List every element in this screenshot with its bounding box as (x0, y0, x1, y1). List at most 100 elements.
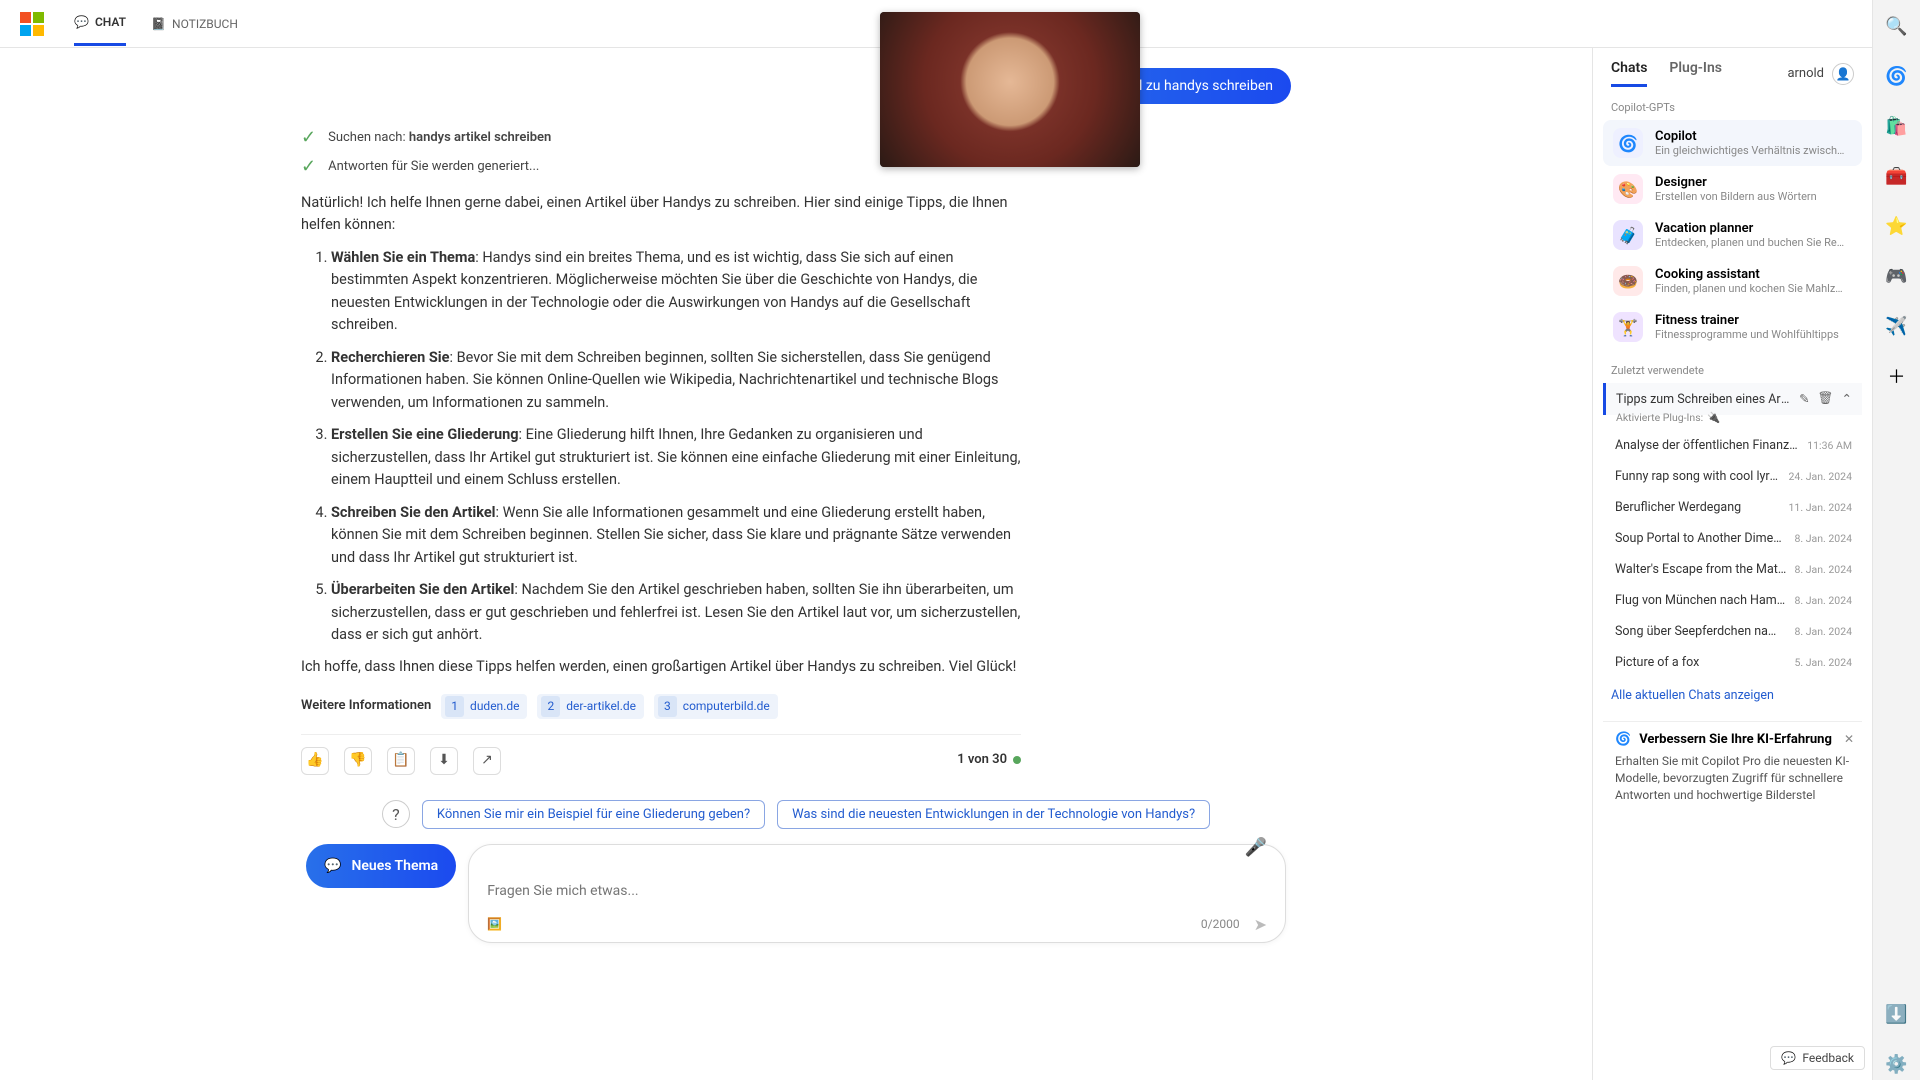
recent-date: 5. Jan. 2024 (1794, 656, 1852, 669)
shopping-icon[interactable]: 🛍️ (1881, 110, 1913, 142)
chevron-up-icon[interactable]: ⌃ (1842, 391, 1852, 407)
recent-date: 24. Jan. 2024 (1789, 470, 1852, 483)
add-icon[interactable]: ＋ (1881, 360, 1913, 392)
gpt-name: Vacation planner (1655, 221, 1852, 236)
gpt-desc: Ein gleichwichtiges Verhältnis zwischen … (1655, 144, 1845, 157)
recent-title: Walter's Escape from the Matrix (1615, 562, 1786, 577)
games-icon[interactable]: 🎮 (1881, 260, 1913, 292)
tab-notebook-label: NOTIZBUCH (172, 17, 238, 31)
recent-title: Soup Portal to Another Dimension (1615, 531, 1786, 546)
status-dot-icon (1013, 756, 1021, 764)
user-menu[interactable]: arnold 👤 (1787, 60, 1854, 87)
promo-card: ✕ 🌀 Verbessern Sie Ihre KI-Erfahrung Erh… (1603, 721, 1862, 813)
source-chip[interactable]: 1duden.de (441, 694, 527, 719)
gpt-icon: 🎨 (1613, 174, 1643, 204)
notebook-icon: 📓 (151, 17, 166, 31)
download-button[interactable]: ⬇ (430, 747, 458, 775)
image-upload-icon[interactable]: 🖼️ (487, 917, 502, 931)
gpt-item[interactable]: 🧳 Vacation planner Entdecken, planen und… (1603, 212, 1862, 258)
recent-title: Funny rap song with cool lyrics (1615, 469, 1781, 484)
tab-chat[interactable]: 💬 CHAT (74, 1, 126, 46)
gpt-name: Designer (1655, 175, 1852, 190)
new-topic-button[interactable]: 💬 Neues Thema (306, 844, 456, 888)
promo-close-icon[interactable]: ✕ (1844, 732, 1854, 746)
show-all-chats[interactable]: Alle aktuellen Chats anzeigen (1593, 678, 1872, 713)
source-num: 2 (541, 696, 560, 717)
gpt-name: Copilot (1655, 129, 1852, 144)
gpt-item[interactable]: 🌀 Copilot Ein gleichwichtiges Verhältnis… (1603, 120, 1862, 166)
status-searching: ✓ Suchen nach: handys artikel schreiben (301, 127, 1291, 148)
send-icon[interactable]: ✈️ (1881, 310, 1913, 342)
recent-date: 8. Jan. 2024 (1794, 563, 1852, 576)
source-domain: duden.de (470, 697, 519, 716)
copy-button[interactable]: 📋 (387, 747, 415, 775)
share-button[interactable]: ↗ (473, 747, 501, 775)
username-label: arnold (1787, 66, 1824, 81)
status-searching-prefix: Suchen nach: (328, 130, 409, 145)
gpt-desc: Finden, planen und kochen Sie Mahlzeiten (1655, 282, 1845, 295)
section-title-gpts: Copilot-GPTs (1593, 87, 1872, 120)
assistant-response: Natürlich! Ich helfe Ihnen gerne dabei, … (301, 192, 1021, 775)
recent-item[interactable]: Flug von München nach Hamburg8. Jan. 202… (1603, 585, 1862, 616)
gpt-icon: 🏋️ (1613, 312, 1643, 342)
check-icon: ✓ (301, 127, 316, 148)
edit-icon[interactable]: ✎ (1799, 391, 1809, 407)
tip-title: Wählen Sie ein Thema (331, 249, 475, 266)
chat-input[interactable] (487, 883, 1267, 899)
download-rail-icon[interactable]: ⬇️ (1881, 998, 1913, 1030)
source-domain: der-artikel.de (566, 697, 636, 716)
char-counter: 0/2000 (1201, 917, 1240, 931)
settings-rail-icon[interactable]: ⚙️ (1881, 1048, 1913, 1080)
avatar-icon: 👤 (1832, 63, 1854, 85)
recent-item[interactable]: Picture of a fox5. Jan. 2024 (1603, 647, 1862, 678)
gpt-icon: 🍩 (1613, 266, 1643, 296)
recent-title: Beruflicher Werdegang (1615, 500, 1781, 515)
delete-icon[interactable]: 🗑 (1818, 391, 1834, 407)
copilot-rail-icon[interactable]: 🌀 (1881, 60, 1913, 92)
suggestion-help-icon[interactable]: ? (382, 800, 410, 828)
tip-title: Erstellen Sie eine Gliederung (331, 426, 519, 443)
suggestion-chip[interactable]: Können Sie mir ein Beispiel für eine Gli… (422, 800, 765, 829)
sidebar-tab-chats[interactable]: Chats (1611, 60, 1647, 87)
send-button[interactable]: ➤ (1254, 915, 1267, 934)
recent-date: 8. Jan. 2024 (1794, 532, 1852, 545)
gpt-item[interactable]: 🏋️ Fitness trainer Fitnessprogramme und … (1603, 304, 1862, 350)
response-intro: Natürlich! Ich helfe Ihnen gerne dabei, … (301, 192, 1021, 237)
recent-item[interactable]: Song über Seepferdchen namens Bubl8. Jan… (1603, 616, 1862, 647)
gpt-desc: Erstellen von Bildern aus Wörtern (1655, 190, 1845, 203)
sidebar-tab-plugins[interactable]: Plug-Ins (1669, 60, 1722, 87)
section-title-recent: Zuletzt verwendete (1593, 350, 1872, 383)
promo-text: Erhalten Sie mit Copilot Pro die neueste… (1615, 753, 1850, 803)
webcam-overlay (880, 12, 1140, 167)
recent-title: Analyse der öffentlichen Finanzierung de (1615, 438, 1799, 453)
tab-chat-label: CHAT (95, 15, 126, 29)
source-chip[interactable]: 2 der-artikel.de (537, 694, 644, 719)
source-chip[interactable]: 3computerbild.de (654, 694, 778, 719)
search-icon[interactable]: 🔍 (1881, 10, 1913, 42)
mic-icon[interactable]: 🎤 (1245, 837, 1267, 858)
feedback-icon: 💬 (1781, 1051, 1796, 1065)
recent-item[interactable]: Analyse der öffentlichen Finanzierung de… (1603, 430, 1862, 461)
source-num: 3 (658, 696, 677, 717)
gpt-name: Cooking assistant (1655, 267, 1852, 282)
recent-item[interactable]: Beruflicher Werdegang11. Jan. 2024 (1603, 492, 1862, 523)
recent-item[interactable]: Soup Portal to Another Dimension 8. Jan. … (1603, 523, 1862, 554)
recent-item[interactable]: Funny rap song with cool lyrics 24. Jan. … (1603, 461, 1862, 492)
recent-date: 8. Jan. 2024 (1794, 594, 1852, 607)
tools-icon[interactable]: 🧰 (1881, 160, 1913, 192)
like-button[interactable]: 👍 (301, 747, 329, 775)
right-rail: 🔍 🌀 🛍️ 🧰 ⭐ 🎮 ✈️ ＋ ⬇️ ⚙️ (1872, 0, 1920, 1080)
new-topic-icon: 💬 (324, 858, 341, 874)
recent-title: Song über Seepferdchen namens Bubl (1615, 624, 1786, 639)
gpt-item[interactable]: 🍩 Cooking assistant Finden, planen und k… (1603, 258, 1862, 304)
suggestion-chip[interactable]: Was sind die neuesten Entwicklungen in d… (777, 800, 1210, 829)
star-icon[interactable]: ⭐ (1881, 210, 1913, 242)
tab-notebook[interactable]: 📓 NOTIZBUCH (151, 1, 238, 46)
recent-item[interactable]: Walter's Escape from the Matrix 8. Jan. 2… (1603, 554, 1862, 585)
feedback-label: Feedback (1802, 1051, 1854, 1065)
dislike-button[interactable]: 👎 (344, 747, 372, 775)
gpt-item[interactable]: 🎨 Designer Erstellen von Bildern aus Wör… (1603, 166, 1862, 212)
feedback-button[interactable]: 💬 Feedback (1770, 1046, 1865, 1070)
tip-title: Schreiben Sie den Artikel (331, 504, 496, 521)
chat-input-box[interactable]: 🎤 🖼️ 0/2000 ➤ (468, 844, 1286, 943)
